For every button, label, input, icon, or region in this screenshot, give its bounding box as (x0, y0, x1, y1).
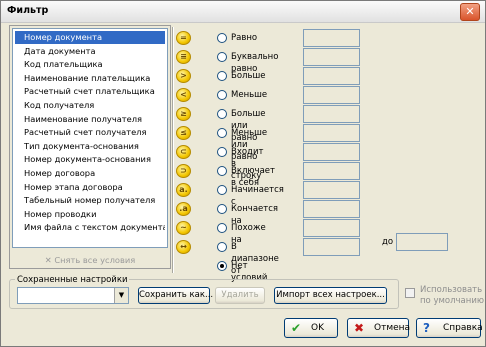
list-item[interactable]: Имя файла с текстом документа (15, 221, 165, 234)
condition-radio[interactable] (217, 204, 227, 214)
clear-all-label: Снять все условия (54, 255, 136, 265)
condition-operator-icon: ≤ (176, 126, 191, 140)
use-default-checkbox[interactable] (405, 288, 415, 298)
list-item[interactable]: Номер проводки (15, 208, 165, 221)
condition-operator-icon: = (176, 31, 191, 45)
condition-operator-icon: .a (176, 202, 191, 216)
saved-settings-combo[interactable]: ▼ (17, 287, 129, 304)
condition-value-input[interactable] (303, 181, 360, 199)
title-bar: Фильтр ✕ (1, 1, 485, 23)
condition-radio[interactable] (217, 185, 227, 195)
condition-value-input[interactable] (303, 200, 360, 218)
condition-value-input[interactable] (303, 48, 360, 66)
ok-button[interactable]: ✔ OK (284, 318, 338, 338)
condition-value-input[interactable] (303, 219, 360, 237)
condition-operator-icon: > (176, 69, 191, 83)
condition-value-input[interactable] (303, 105, 360, 123)
condition-radio[interactable] (217, 71, 227, 81)
list-item[interactable]: Номер документа-основания (15, 153, 165, 166)
list-item[interactable]: Расчетный счет плательщика (15, 85, 165, 98)
question-icon: ? (423, 321, 430, 335)
help-button[interactable]: ? Справка (416, 318, 483, 338)
condition-label: Равно (231, 33, 258, 43)
import-settings-button[interactable]: Импорт всех настроек... (274, 287, 387, 304)
condition-radio[interactable] (217, 242, 227, 252)
cancel-button[interactable]: ✖ Отмена (347, 318, 410, 338)
checkmark-icon: ✔ (291, 321, 302, 335)
condition-value-input[interactable] (303, 124, 360, 142)
condition-operator-icon: ⊃ (176, 164, 191, 178)
list-item[interactable]: Табельный номер получателя (15, 194, 165, 207)
condition-operator-icon: ⊂ (176, 145, 191, 159)
condition-radio[interactable] (217, 166, 227, 176)
list-item[interactable]: Наименование получателя (15, 113, 165, 126)
condition-radio[interactable] (217, 90, 227, 100)
save-as-button[interactable]: Сохранить как... (138, 287, 213, 304)
condition-radio[interactable] (217, 33, 227, 43)
range-to-input[interactable] (396, 233, 448, 251)
cross-icon: ✖ (354, 321, 365, 335)
list-item[interactable]: Номер документа (15, 31, 165, 44)
list-item[interactable]: Расчетный счет получателя (15, 126, 165, 139)
condition-radio[interactable] (217, 52, 227, 62)
range-to-label: до (382, 237, 394, 247)
condition-radio[interactable] (217, 109, 227, 119)
chevron-down-icon[interactable]: ▼ (114, 288, 128, 303)
condition-radio[interactable] (217, 147, 227, 157)
divider (172, 27, 174, 273)
fields-list[interactable]: Номер документа Дата документа Код платель… (12, 28, 168, 248)
list-item[interactable]: Код получателя (15, 99, 165, 112)
window-title: Фильтр (7, 5, 49, 16)
condition-radio[interactable] (217, 261, 227, 271)
condition-radio[interactable] (217, 128, 227, 138)
condition-value-input[interactable] (303, 143, 360, 161)
condition-operator-icon: < (176, 88, 191, 102)
clear-icon: ✕ (44, 255, 52, 265)
list-item[interactable]: Тип документа-основания (15, 140, 165, 153)
fields-panel: Номер документа Дата документа Код платель… (9, 25, 171, 269)
list-item[interactable]: Номер договора (15, 167, 165, 180)
saved-settings-label: Сохраненные настройки (15, 275, 130, 285)
condition-label: Меньше (231, 90, 268, 100)
list-item[interactable]: Код плательщика (15, 58, 165, 71)
delete-button[interactable]: Удалить (215, 287, 265, 304)
condition-value-input[interactable] (303, 29, 360, 47)
condition-value-input[interactable] (303, 238, 360, 256)
condition-operator-icon: ≡ (176, 50, 191, 64)
condition-operator-icon: ~ (176, 221, 191, 235)
list-item[interactable]: Наименование плательщика (15, 72, 165, 85)
close-icon: ✕ (465, 5, 475, 18)
list-item[interactable]: Дата документа (15, 45, 165, 58)
condition-value-input[interactable] (303, 162, 360, 180)
condition-operator-icon: ↔ (176, 240, 191, 254)
condition-value-input[interactable] (303, 86, 360, 104)
condition-operator-icon: ≥ (176, 107, 191, 121)
condition-operator-icon: a. (176, 183, 191, 197)
condition-label: Больше (231, 71, 266, 81)
clear-all-button[interactable]: ✕ Снять все условия (14, 253, 166, 267)
condition-radio[interactable] (217, 223, 227, 233)
use-default-label: Использовать по умолчанию (420, 285, 485, 306)
condition-value-input[interactable] (303, 67, 360, 85)
close-button[interactable]: ✕ (460, 3, 480, 21)
list-item[interactable]: Номер этапа договора (15, 181, 165, 194)
filter-dialog: Фильтр ✕ Номер документа Дата документа Ко… (0, 0, 486, 347)
